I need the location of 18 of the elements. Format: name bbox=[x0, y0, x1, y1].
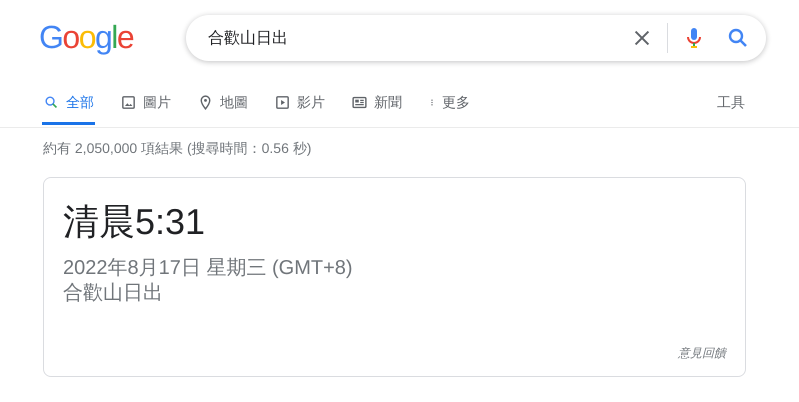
result-stats: 約有 2,050,000 項結果 (搜尋時間：0.56 秒) bbox=[43, 140, 312, 158]
nav-tab[interactable]: 地圖 bbox=[196, 91, 249, 125]
play-icon bbox=[274, 94, 291, 111]
nav-tab[interactable]: 更多 bbox=[427, 91, 471, 125]
query-subject: 合歡山日出 bbox=[63, 281, 164, 306]
search-icon bbox=[43, 94, 60, 111]
feedback-link[interactable]: 意見回饋 bbox=[678, 345, 726, 362]
tools-tab[interactable]: 工具 bbox=[717, 91, 745, 112]
nav-tab[interactable]: 影片 bbox=[273, 91, 326, 125]
google-logo[interactable]: Google bbox=[39, 18, 137, 58]
nav-tab[interactable]: 新聞 bbox=[350, 91, 403, 125]
newspaper-icon bbox=[351, 94, 368, 111]
nav-tab[interactable]: 圖片 bbox=[119, 91, 172, 125]
nav-tab[interactable]: 全部 bbox=[42, 91, 95, 125]
sunrise-time: 清晨5:31 bbox=[63, 200, 206, 244]
date-text: 2022年8月17日 星期三 (GMT+8) bbox=[63, 256, 354, 280]
search-field[interactable]: 合歡山日出 bbox=[186, 15, 766, 61]
image-icon bbox=[120, 94, 137, 111]
